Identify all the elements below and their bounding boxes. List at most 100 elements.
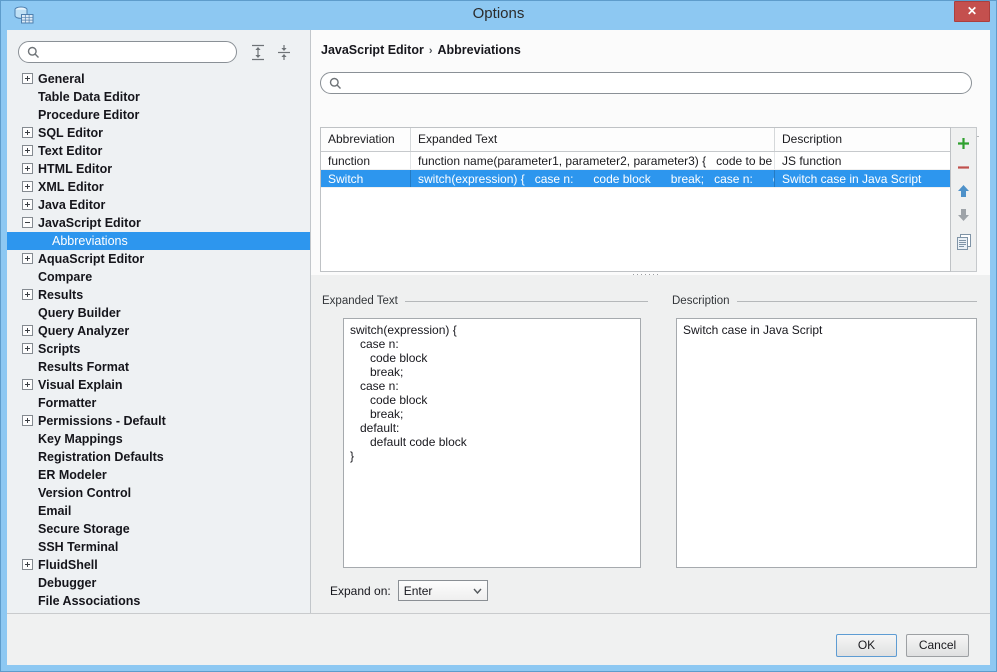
abbrev-table-header: Abbreviation Expanded Text Description	[321, 128, 950, 152]
abbreviations-table[interactable]: Abbreviation Expanded Text Description fun…	[320, 127, 951, 272]
sidebar-item-registration-defaults[interactable]: Registration Defaults	[7, 448, 310, 466]
sidebar-item-visual-explain[interactable]: Visual Explain	[7, 376, 310, 394]
breadcrumb-item[interactable]: JavaScript Editor	[321, 43, 424, 57]
expand-node-icon[interactable]	[22, 127, 33, 138]
sidebar-item-xml-editor[interactable]: XML Editor	[7, 178, 310, 196]
sidebar-item-label: Abbreviations	[52, 234, 128, 248]
sidebar-item-label: Version Control	[38, 486, 132, 500]
collapse-node-icon[interactable]	[22, 217, 33, 228]
sidebar-item-ssh-terminal[interactable]: SSH Terminal	[7, 538, 310, 556]
expand-all-icon[interactable]	[249, 44, 267, 61]
cancel-button[interactable]: Cancel	[906, 634, 969, 657]
sidebar-item-abbreviations[interactable]: Abbreviations	[7, 232, 310, 250]
move-up-button[interactable]	[955, 183, 973, 199]
sidebar-item-general[interactable]: General	[7, 70, 310, 88]
expand-node-icon[interactable]	[22, 379, 33, 390]
close-button[interactable]: ✕	[954, 1, 990, 22]
sidebar-item-procedure-editor[interactable]: Procedure Editor	[7, 106, 310, 124]
expand-node-icon[interactable]	[22, 253, 33, 264]
sidebar-item-compare[interactable]: Compare	[7, 268, 310, 286]
sidebar-searchbox[interactable]	[18, 41, 237, 63]
column-header[interactable]: Abbreviation	[321, 128, 411, 151]
sidebar-item-results-format[interactable]: Results Format	[7, 358, 310, 376]
sidebar-item-javascript-editor[interactable]: JavaScript Editor	[7, 214, 310, 232]
expanded-text-editor[interactable]: switch(expression) { case n: code block …	[343, 318, 641, 568]
column-header[interactable]: Description	[775, 128, 950, 151]
expand-node-icon[interactable]	[22, 163, 33, 174]
sidebar-item-label: Debugger	[38, 576, 97, 590]
group-divider	[736, 301, 977, 302]
remove-button[interactable]	[955, 159, 973, 175]
sidebar-item-label: JavaScript Editor	[38, 216, 141, 230]
expand-node-icon[interactable]	[22, 181, 33, 192]
sidebar-item-results[interactable]: Results	[7, 286, 310, 304]
expand-node-icon[interactable]	[22, 343, 33, 354]
expand-node-icon[interactable]	[22, 145, 33, 156]
expand-node-icon[interactable]	[22, 559, 33, 570]
sidebar-item-label: Secure Storage	[38, 522, 130, 536]
sidebar-item-label: AquaScript Editor	[38, 252, 145, 266]
move-down-icon	[958, 209, 969, 221]
sidebar-item-file-associations[interactable]: File Associations	[7, 592, 310, 610]
options-dialog: Options ✕ General Table Data Editor Proc…	[0, 0, 997, 672]
expand-node-icon[interactable]	[22, 415, 33, 426]
table-cell-abbreviation: function	[321, 152, 411, 169]
table-row[interactable]: function function name(parameter1, parame…	[321, 152, 950, 170]
ok-button[interactable]: OK	[836, 634, 897, 657]
sidebar: General Table Data Editor Procedure Editor…	[7, 30, 311, 613]
expanded-text-group-header: Expanded Text	[322, 295, 648, 307]
search-icon	[27, 46, 39, 58]
table-cell-expanded_text: switch(expression) { case n: code block …	[411, 170, 775, 187]
sidebar-item-html-editor[interactable]: HTML Editor	[7, 160, 310, 178]
move-down-button[interactable]	[955, 207, 973, 223]
sidebar-item-label: Query Builder	[38, 306, 121, 320]
sidebar-item-sql-editor[interactable]: SQL Editor	[7, 124, 310, 142]
abbreviations-searchbox[interactable]	[320, 72, 972, 94]
sidebar-item-query-builder[interactable]: Query Builder	[7, 304, 310, 322]
sidebar-item-formatter[interactable]: Formatter	[7, 394, 310, 412]
sidebar-item-query-analyzer[interactable]: Query Analyzer	[7, 322, 310, 340]
breadcrumb-item[interactable]: Abbreviations	[438, 43, 521, 57]
titlebar[interactable]: Options ✕	[0, 0, 997, 30]
column-header[interactable]: Expanded Text	[411, 128, 775, 151]
sidebar-item-er-modeler[interactable]: ER Modeler	[7, 466, 310, 484]
sidebar-item-label: Formatter	[38, 396, 97, 410]
sidebar-item-debugger[interactable]: Debugger	[7, 574, 310, 592]
table-row[interactable]: Switch switch(expression) { case n: code …	[321, 170, 950, 188]
sidebar-search-input[interactable]	[45, 45, 228, 59]
sidebar-item-version-control[interactable]: Version Control	[7, 484, 310, 502]
add-button[interactable]	[955, 135, 973, 151]
expand-node-icon[interactable]	[22, 289, 33, 300]
expand-node-icon[interactable]	[22, 73, 33, 84]
expand-node-icon[interactable]	[22, 325, 33, 336]
collapse-all-icon[interactable]	[275, 44, 293, 61]
sidebar-item-table-data-editor[interactable]: Table Data Editor	[7, 88, 310, 106]
sidebar-item-label: Visual Explain	[38, 378, 123, 392]
sidebar-item-label: Registration Defaults	[38, 450, 164, 464]
table-actions	[951, 127, 977, 272]
abbreviations-search-input[interactable]	[347, 76, 963, 90]
sidebar-item-label: Scripts	[38, 342, 81, 356]
table-cell-description: JS function	[782, 154, 842, 168]
sidebar-item-text-editor[interactable]: Text Editor	[7, 142, 310, 160]
sidebar-item-permissions-default[interactable]: Permissions - Default	[7, 412, 310, 430]
abbrev-table-body: function function name(parameter1, parame…	[321, 152, 950, 188]
add-icon	[958, 137, 969, 149]
expand-on-label: Expand on:	[330, 583, 391, 598]
sidebar-item-label: Email	[38, 504, 72, 518]
sidebar-item-email[interactable]: Email	[7, 502, 310, 520]
sidebar-item-label: XML Editor	[38, 180, 104, 194]
sidebar-item-java-editor[interactable]: Java Editor	[7, 196, 310, 214]
sidebar-item-key-mappings[interactable]: Key Mappings	[7, 430, 310, 448]
copy-button[interactable]	[955, 234, 973, 250]
sidebar-item-aquascript-editor[interactable]: AquaScript Editor	[7, 250, 310, 268]
expand-on-dropdown[interactable]: Enter	[397, 580, 488, 601]
description-group-header: Description	[672, 295, 977, 307]
sidebar-item-fluidshell[interactable]: FluidShell	[7, 556, 310, 574]
sidebar-item-label: HTML Editor	[38, 162, 113, 176]
sidebar-item-secure-storage[interactable]: Secure Storage	[7, 520, 310, 538]
description-editor[interactable]: Switch case in Java Script	[676, 318, 977, 568]
copy-icon	[956, 234, 971, 250]
sidebar-item-scripts[interactable]: Scripts	[7, 340, 310, 358]
expand-node-icon[interactable]	[22, 199, 33, 210]
